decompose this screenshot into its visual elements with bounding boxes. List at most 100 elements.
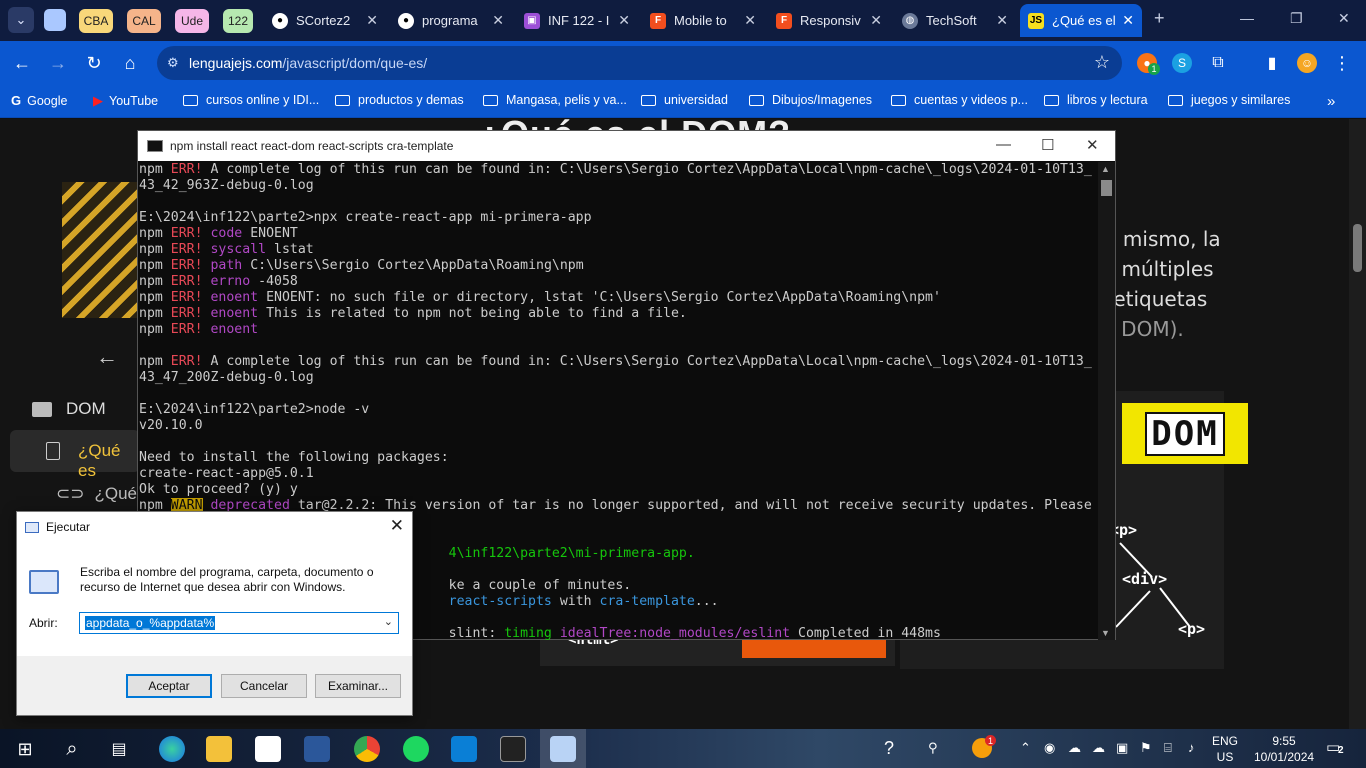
close-icon[interactable]: ✕ <box>744 12 756 29</box>
bookmark-google[interactable]: G Google <box>11 93 67 108</box>
file-explorer-icon[interactable] <box>206 736 232 762</box>
tab-techsoft[interactable]: ◍ TechSoft ✕ <box>894 4 1016 37</box>
cmd-titlebar[interactable]: npm install react react-dom react-script… <box>138 131 1115 161</box>
scrollbar-thumb[interactable] <box>1101 180 1112 196</box>
extensions-puzzle-icon[interactable]: ⧉ <box>1208 53 1228 73</box>
bookmark-universidad[interactable]: universidad <box>641 93 728 107</box>
address-bar[interactable]: ⚙ lenguajejs.com/javascript/dom/que-es/ … <box>157 46 1122 80</box>
tab-group-cal[interactable]: CAL <box>127 9 161 33</box>
cmd-app-icon <box>147 140 163 152</box>
tab-inf122[interactable]: ▣ INF 122 - I ✕ <box>516 4 638 37</box>
tab-programa[interactable]: ● programa ✕ <box>390 4 512 37</box>
bookmark-cuentas[interactable]: cuentas y videos p... <box>891 93 1028 107</box>
volume-icon[interactable]: ♪ <box>1188 740 1195 755</box>
store-icon[interactable] <box>255 736 281 762</box>
bookmark-mangasa[interactable]: Mangasa, pelis y va... <box>483 93 627 107</box>
shazam-icon[interactable]: S <box>1172 53 1192 73</box>
bookmarks-overflow-icon[interactable]: » <box>1327 93 1335 110</box>
open-combobox[interactable]: appdata_o_%appdata% ⌄ <box>79 612 399 634</box>
bookmark-cursos[interactable]: cursos online y IDI... <box>183 93 319 107</box>
menu-kebab-icon[interactable]: ⋮ <box>1332 53 1352 73</box>
task-view-icon[interactable]: ▤ <box>106 736 132 762</box>
onedrive-icon[interactable]: ☁ <box>1068 740 1081 756</box>
scrollbar-thumb[interactable] <box>1353 224 1362 272</box>
language-indicator[interactable]: ENG US <box>1212 733 1238 765</box>
help-icon[interactable]: ? <box>884 738 894 759</box>
home-button[interactable]: ⌂ <box>119 52 141 74</box>
spotify-icon[interactable] <box>403 736 429 762</box>
close-window-icon[interactable]: ✕ <box>1338 10 1350 27</box>
console-line: npm ERR! enoent <box>139 322 1098 338</box>
bookmark-youtube[interactable]: ▶ YouTube <box>93 93 158 109</box>
chrome-icon[interactable] <box>354 736 380 762</box>
chevron-up-icon[interactable]: ⌃ <box>1020 740 1031 756</box>
restore-icon[interactable]: ❐ <box>1290 10 1303 27</box>
tab-label: Mobile to <box>674 13 727 28</box>
profile-avatar[interactable]: ☺ <box>1297 53 1317 73</box>
tab-group-icon[interactable] <box>44 9 66 31</box>
back-button[interactable]: ← <box>11 52 33 74</box>
vscode-icon[interactable] <box>451 736 477 762</box>
run-dialog-titlebar[interactable]: Ejecutar <box>25 520 90 534</box>
tab-group-cba[interactable]: CBA <box>79 9 113 33</box>
clock[interactable]: 9:55 10/01/2024 <box>1254 733 1314 765</box>
display-icon[interactable]: ▣ <box>1116 740 1128 756</box>
open-input-value[interactable]: appdata_o_%appdata% <box>85 616 216 630</box>
close-icon[interactable]: ✕ <box>492 12 504 29</box>
edge-icon[interactable] <box>159 736 185 762</box>
tab-scortez2[interactable]: ● SCortez2 ✕ <box>264 4 386 37</box>
search-icon[interactable]: ⌕ <box>59 736 85 762</box>
cloud-icon[interactable]: ☁ <box>1092 740 1105 756</box>
tab-mobile[interactable]: F Mobile to ✕ <box>642 4 764 37</box>
word-icon[interactable] <box>304 736 330 762</box>
bookmark-libros[interactable]: libros y lectura <box>1044 93 1148 107</box>
app-icon[interactable]: ⚑ <box>1140 740 1152 756</box>
run-taskbar-icon[interactable] <box>550 736 576 762</box>
forward-button[interactable]: → <box>47 52 69 74</box>
bookmark-juegos[interactable]: juegos y similares <box>1168 93 1290 107</box>
page-scrollbar[interactable] <box>1349 119 1366 729</box>
tab-responsive[interactable]: F Responsiv ✕ <box>768 4 890 37</box>
bookmark-productos[interactable]: productos y demas <box>335 93 464 107</box>
bookmark-dibujos[interactable]: Dibujos/Imagenes <box>749 93 872 107</box>
people-icon[interactable]: ⚲ <box>928 740 938 756</box>
maximize-icon[interactable]: ☐ <box>1041 136 1054 154</box>
tab-que-es-el-dom[interactable]: JS ¿Qué es el ✕ <box>1020 4 1142 37</box>
console-text: This is related to npm not being able to… <box>258 306 687 321</box>
network-icon[interactable]: ⌸ <box>1164 740 1172 756</box>
bookmark-star-icon[interactable]: ☆ <box>1094 52 1110 73</box>
camera-icon[interactable]: ◉ <box>1044 740 1055 756</box>
windows-start-icon[interactable]: ⊞ <box>12 736 38 762</box>
side-panel-icon[interactable]: ▮ <box>1262 53 1282 73</box>
console-scrollbar[interactable]: ▲ ▼ <box>1098 162 1115 640</box>
url-text[interactable]: lenguajejs.com/javascript/dom/que-es/ <box>189 55 427 71</box>
close-icon[interactable]: ✕ <box>996 12 1008 29</box>
close-icon[interactable]: ✕ <box>1122 12 1134 29</box>
sidebar-item-active[interactable]: ¿Qué es <box>10 430 140 480</box>
scroll-down-icon[interactable]: ▼ <box>1101 628 1110 638</box>
scroll-up-icon[interactable]: ▲ <box>1101 164 1110 174</box>
sidebar-section-dom[interactable]: DOM <box>32 399 106 419</box>
sidebar-item-next[interactable]: ⊂⊃ ¿Qué <box>56 484 137 504</box>
cancel-button[interactable]: Cancelar <box>221 674 307 698</box>
new-tab-button[interactable]: + <box>1154 8 1165 29</box>
close-icon[interactable]: ✕ <box>1086 136 1099 154</box>
close-icon[interactable]: ✕ <box>618 12 630 29</box>
terminal-icon[interactable] <box>500 736 526 762</box>
close-icon[interactable]: ✕ <box>366 12 378 29</box>
ok-button[interactable]: Aceptar <box>126 674 212 698</box>
chevron-down-icon[interactable]: ⌄ <box>384 615 393 628</box>
tab-group-122[interactable]: 122 <box>223 9 253 33</box>
minimize-icon[interactable]: — <box>996 136 1011 153</box>
minimize-icon[interactable]: — <box>1240 10 1254 26</box>
arrow-left-icon[interactable]: ← <box>96 344 118 370</box>
console-text: syscall <box>210 242 267 257</box>
reload-button[interactable]: ↻ <box>83 52 105 74</box>
browse-button[interactable]: Examinar... <box>315 674 401 698</box>
close-icon[interactable]: ✕ <box>870 12 882 29</box>
site-info-icon[interactable]: ⚙ <box>167 55 179 71</box>
run-dialog[interactable]: Ejecutar ✕ Escriba el nombre del program… <box>16 511 413 716</box>
tab-search-button[interactable]: ⌄ <box>8 7 34 33</box>
close-icon[interactable]: ✕ <box>390 516 404 536</box>
tab-group-ude[interactable]: Ude <box>175 9 209 33</box>
